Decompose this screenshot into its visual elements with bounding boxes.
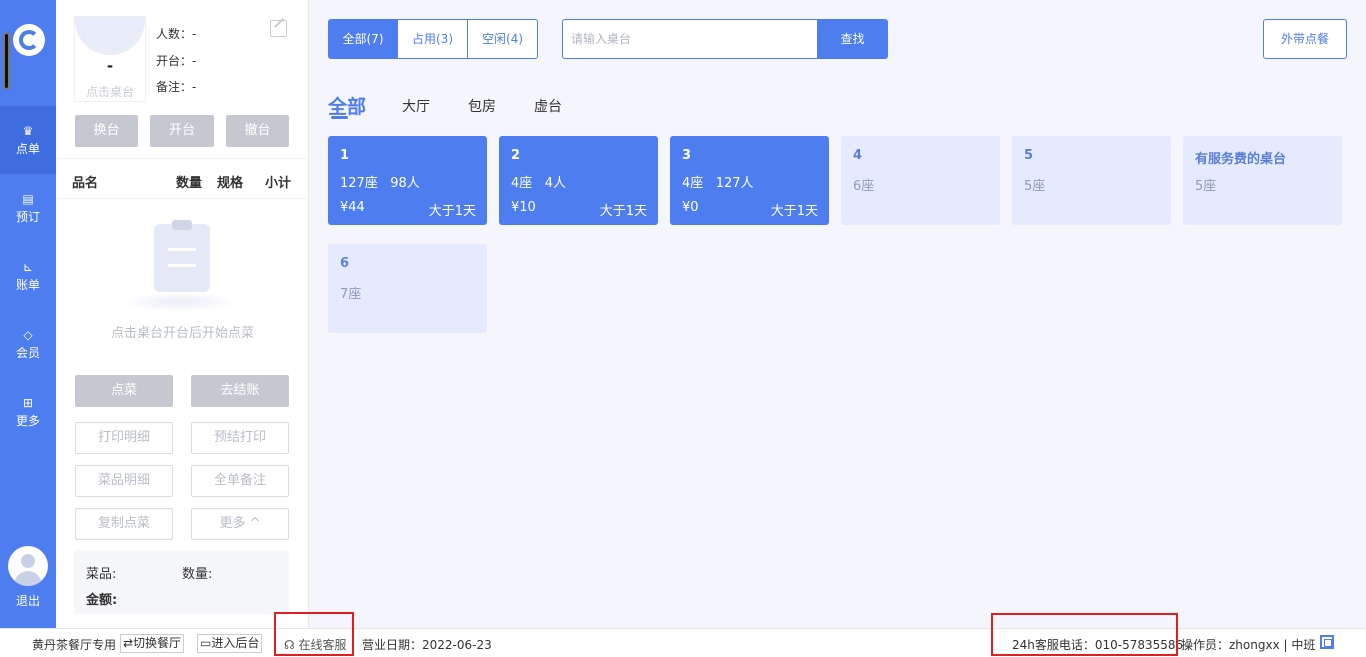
edit-icon[interactable]	[270, 20, 287, 37]
table-search-input[interactable]: 请输入桌台	[562, 19, 818, 59]
sum-amount: 金额:	[86, 593, 118, 608]
order-panel: - 点击桌台 人数：- 开台：- 备注：- 换台 开台 撤台 品名 数量 规格 …	[56, 0, 309, 628]
col-subtotal: 小计	[265, 176, 292, 191]
order-remark-button[interactable]: 全单备注	[191, 465, 289, 497]
filter-idle[interactable]: 空闲(4)	[467, 19, 538, 59]
window-icon: ▭	[200, 636, 212, 650]
chef-hat-icon: ♛	[22, 124, 34, 138]
col-name: 品名	[72, 176, 99, 191]
order-summary: 菜品: 数量: 金额:	[74, 550, 289, 614]
table-card[interactable]: 3 4座 127人 ¥0 大于1天	[670, 136, 829, 225]
order-dish-button[interactable]: 点菜	[75, 375, 173, 407]
print-detail-button[interactable]: 打印明细	[75, 422, 173, 454]
highlight-box-service	[274, 612, 354, 656]
table-area: 全部(7) 占用(3) 空闲(4) 请输入桌台 查找 外带点餐 全部 大厅 包房…	[309, 0, 1366, 628]
dish-detail-button[interactable]: 菜品明细	[75, 465, 173, 497]
nav-item-member[interactable]: ◇ 会员	[0, 310, 56, 378]
empty-hint: 点击桌台开台后开始点菜	[110, 326, 254, 341]
area-tab-hall[interactable]: 大厅	[402, 96, 430, 116]
fullscreen-icon[interactable]	[1320, 635, 1334, 649]
switch-shop-button[interactable]: ⇄切换餐厅	[120, 634, 185, 653]
col-qty: 数量	[176, 176, 203, 191]
diamond-icon: ◇	[23, 328, 33, 342]
col-spec: 规格	[217, 176, 244, 191]
area-tab-room[interactable]: 包房	[468, 96, 496, 116]
nav-item-booking[interactable]: ▤ 预订	[0, 174, 56, 242]
divider	[56, 158, 309, 159]
clipboard-shadow	[120, 292, 240, 312]
logo-icon	[13, 24, 45, 56]
chart-icon: ⊾	[22, 260, 34, 274]
enter-backend-button[interactable]: ▭进入后台	[197, 634, 263, 653]
clipboard-icon	[154, 220, 210, 292]
nav-item-bills[interactable]: ⊾ 账单	[0, 242, 56, 310]
filter-occupied[interactable]: 占用(3)	[397, 19, 468, 59]
more-button[interactable]: 更多 ^	[191, 508, 289, 540]
shop-name: 黄丹茶餐厅专用	[32, 638, 117, 652]
operator-info: 操作员：zhongxx | 中班	[1181, 638, 1316, 652]
cancel-table-button[interactable]: 撤台	[226, 115, 289, 147]
table-card[interactable]: 1 127座 98人 ¥44 大于1天	[328, 136, 487, 225]
pre-print-button[interactable]: 预结打印	[191, 422, 289, 454]
business-date: 营业日期：2022-06-23	[362, 638, 492, 652]
table-card[interactable]: 有服务费的桌台 5座	[1183, 136, 1342, 225]
drag-handle[interactable]	[3, 32, 10, 90]
nav-item-order[interactable]: ♛ 点单	[0, 106, 56, 174]
table-icon	[75, 17, 145, 55]
sum-qty: 数量:	[182, 567, 213, 582]
table-selector[interactable]: - 点击桌台	[74, 16, 146, 102]
copy-order-button[interactable]: 复制点菜	[75, 508, 173, 540]
filter-all[interactable]: 全部(7)	[328, 19, 398, 59]
nav-item-more[interactable]: ⊞ 更多	[0, 378, 56, 446]
table-card[interactable]: 6 7座	[328, 244, 487, 333]
table-card[interactable]: 4 6座	[841, 136, 1000, 225]
app: ♛ 点单 ▤ 预订 ⊾ 账单 ◇ 会员 ⊞ 更多 退出 - 点击桌台 人数：- …	[0, 0, 1366, 628]
left-nav: ♛ 点单 ▤ 预订 ⊾ 账单 ◇ 会员 ⊞ 更多 退出	[0, 0, 56, 628]
sum-dish: 菜品:	[86, 567, 117, 582]
booking-icon: ▤	[22, 192, 34, 206]
area-tab-virtual[interactable]: 虚台	[534, 96, 562, 116]
find-button[interactable]: 查找	[817, 19, 888, 59]
switch-table-button[interactable]: 换台	[75, 115, 138, 147]
divider	[56, 198, 309, 199]
avatar[interactable]	[8, 546, 48, 586]
checkout-button[interactable]: 去结账	[191, 375, 289, 407]
area-tab-all[interactable]: 全部	[328, 92, 366, 119]
remark-info: 备注：-	[156, 80, 197, 94]
active-tab-underline	[331, 116, 348, 119]
open-info: 开台：-	[156, 54, 197, 68]
table-hint: 点击桌台	[85, 85, 134, 99]
exit-button[interactable]: 退出	[0, 592, 56, 609]
table-card[interactable]: 5 5座	[1012, 136, 1171, 225]
highlight-box-hotline	[991, 613, 1178, 656]
grid-icon: ⊞	[22, 396, 34, 410]
people-info: 人数：-	[156, 27, 197, 41]
takeout-button[interactable]: 外带点餐	[1263, 19, 1347, 59]
table-card[interactable]: 2 4座 4人 ¥10 大于1天	[499, 136, 658, 225]
open-table-button[interactable]: 开台	[150, 115, 214, 147]
